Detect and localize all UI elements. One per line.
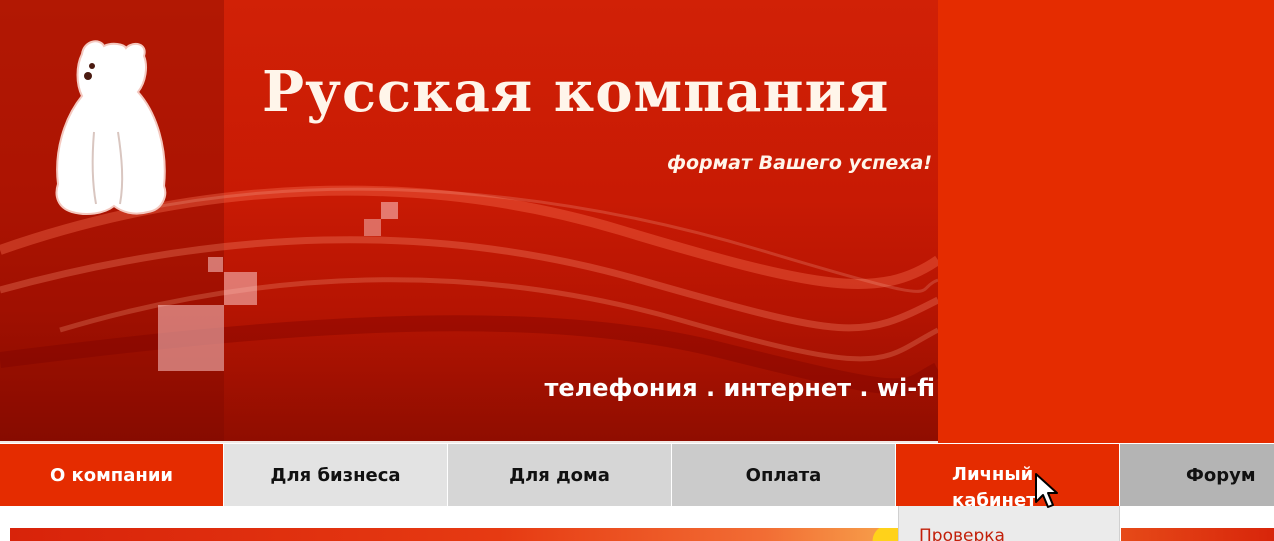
- decor-square: [224, 272, 257, 305]
- nav-item-label: Оплата: [745, 464, 822, 486]
- polar-bear-icon: [55, 40, 167, 215]
- decor-square: [364, 219, 381, 236]
- promo-banner-right[interactable]: [1121, 528, 1274, 541]
- site-header: Русская компания формат Вашего успеха! т…: [0, 0, 1274, 443]
- nav-item-label: О компании: [49, 464, 174, 486]
- header-banner: Русская компания формат Вашего успеха! т…: [0, 0, 938, 443]
- nav-item-personal-account[interactable]: Личный кабинет: [896, 444, 1120, 506]
- nav-item-home[interactable]: Для дома: [448, 444, 672, 506]
- decor-square: [381, 202, 398, 219]
- nav-item-label: Форум: [1186, 464, 1256, 486]
- coin-icon: [866, 528, 898, 541]
- personal-account-dropdown: Проверка: [898, 506, 1120, 541]
- nav-item-label: Для дома: [509, 464, 610, 486]
- nav-item-about[interactable]: О компании: [0, 444, 224, 506]
- brand-slogan: формат Вашего успеха!: [667, 152, 932, 174]
- nav-item-forum[interactable]: Форум: [1120, 444, 1274, 506]
- dropdown-item-check[interactable]: Проверка: [899, 506, 1119, 541]
- brand-title: Русская компания: [262, 59, 890, 125]
- decor-square: [208, 257, 223, 272]
- banner-edge: [0, 441, 938, 443]
- nav-item-label: Для бизнеса: [270, 464, 401, 486]
- main-nav: О компании Для бизнеса Для дома Оплата Л…: [0, 444, 1274, 506]
- mouse-pointer-icon: [1035, 473, 1058, 508]
- brand-services: телефония . интернет . wi-fi: [544, 374, 936, 402]
- nav-item-business[interactable]: Для бизнеса: [224, 444, 448, 506]
- decor-square: [158, 305, 224, 371]
- promo-banner[interactable]: [10, 528, 898, 541]
- nav-item-payment[interactable]: Оплата: [672, 444, 896, 506]
